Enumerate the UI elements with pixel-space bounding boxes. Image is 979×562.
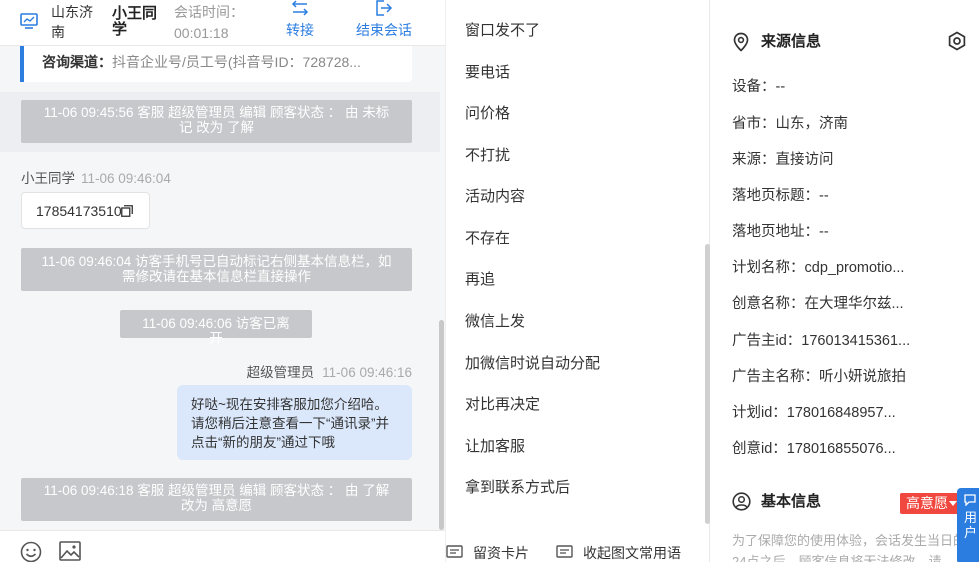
info-row-landing-url: 落地页地址：-- xyxy=(732,224,829,240)
quick-reply-item[interactable]: 加微信时说自动分配 xyxy=(465,352,600,373)
quick-reply-item[interactable]: 让加客服 xyxy=(465,435,525,456)
message-icon xyxy=(556,545,573,558)
source-info-label: 来源信息 xyxy=(761,33,822,50)
info-row-device: 设备：-- xyxy=(732,79,786,95)
quick-reply-item[interactable]: 活动内容 xyxy=(465,185,525,206)
session-time: 会话时间： 00:01:18 xyxy=(174,2,244,44)
message-sender: 超级管理员 xyxy=(246,365,315,380)
transfer-label: 转接 xyxy=(286,22,314,38)
quick-reply-item[interactable]: 拿到联系方式后 xyxy=(465,476,570,497)
visitor-message-bubble[interactable]: 17854173510 xyxy=(21,192,150,229)
info-row-plan-name: 计划名称：cdp_promotio... xyxy=(732,260,905,276)
info-row-province: 省市：山东，济南 xyxy=(732,116,848,132)
message-sender: 小王同学 xyxy=(21,171,75,186)
agent-message-bubble: 好哒~现在安排客服加您介绍哈。请您稍后注意查看一下“通讯录”并点击“新的朋友”通… xyxy=(177,385,412,460)
location-pin-icon xyxy=(733,32,749,52)
collapse-phrases-label: 收起图文常用语 xyxy=(583,545,681,561)
chat-panel: 山东济南 小王同学 会话时间： 00:01:18 转接 结束会话 咨询渠道：抖音 xyxy=(0,0,445,562)
info-row-creative-name: 创意名称：在大理华尔兹... xyxy=(732,296,904,312)
intent-status-dropdown[interactable]: 高意愿 xyxy=(900,493,962,514)
system-message: 11-06 09:46:18 客服 超级管理员 编辑 顾客状态 ： 由 了解 改… xyxy=(21,478,412,521)
exit-icon xyxy=(376,0,393,16)
message-time: 11-06 09:46:16 xyxy=(322,365,412,380)
basic-info-label: 基本信息 xyxy=(761,493,822,510)
phone-number: 17854173510 xyxy=(36,203,122,219)
info-row-source: 来源：直接访问 xyxy=(732,152,834,168)
collapse-phrases-button[interactable]: 收起图文常用语 xyxy=(556,543,681,562)
info-row-advertiser-name: 广告主名称：听小妍说旅拍 xyxy=(732,369,906,385)
message-meta: 超级管理员 11-06 09:46:16 xyxy=(247,361,412,381)
basic-info-note: 为了保障您的使用体验，会话发生当日的24点之后，顾客信息将无法修改，请 xyxy=(732,533,967,562)
message-time: 11-06 09:46:04 xyxy=(81,171,171,186)
quick-reply-item[interactable]: 微信上发 xyxy=(465,310,525,331)
user-side-tab-label: 用户 xyxy=(964,510,978,540)
quick-reply-item[interactable]: 不存在 xyxy=(465,227,510,248)
basic-info-title: 基本信息 xyxy=(732,492,821,512)
caret-down-icon xyxy=(949,501,957,506)
channel-card: 咨询渠道：抖音企业号/员工号(抖音号ID：728728... xyxy=(20,46,412,82)
system-message: 11-06 09:46:04 访客手机号已自动标记右侧基本信息栏，如需修改请在基… xyxy=(21,248,412,291)
quick-reply-item[interactable]: 再追 xyxy=(465,268,495,289)
image-icon[interactable] xyxy=(59,541,81,561)
source-info-title: 来源信息 xyxy=(732,32,821,52)
session-time-label: 会话时间： xyxy=(174,4,244,20)
chat-toolbar xyxy=(0,530,445,562)
quick-reply-footer: 留资卡片 收起图文常用语 xyxy=(446,536,711,562)
transfer-icon xyxy=(291,0,309,16)
message-meta: 小王同学 11-06 09:46:04 xyxy=(21,167,171,187)
quick-reply-panel: 窗口发不了 要电话 问价格 不打扰 活动内容 不存在 再追 微信上发 加微信时说… xyxy=(445,0,710,562)
lead-card-button[interactable]: 留资卡片 xyxy=(446,543,529,562)
quick-reply-item[interactable]: 窗口发不了 xyxy=(465,19,540,40)
quick-reply-item[interactable]: 要电话 xyxy=(465,61,510,82)
visitor-location: 山东济南 xyxy=(51,4,93,40)
monitor-icon xyxy=(20,13,38,29)
system-message: 11-06 09:45:56 客服 超级管理员 编辑 顾客状态 ： 由 未标记 … xyxy=(21,100,412,143)
quick-reply-item[interactable]: 对比再决定 xyxy=(465,393,540,414)
session-time-value: 00:01:18 xyxy=(174,25,229,41)
card-icon xyxy=(446,545,463,558)
info-row-advertiser-id: 广告主id：176013415361... xyxy=(732,333,911,349)
channel-label: 咨询渠道： xyxy=(42,54,112,70)
chat-bubble-icon xyxy=(964,494,976,506)
channel-value: 抖音企业号/员工号(抖音号ID：728728... xyxy=(112,54,361,70)
visitor-name: 小王同学 xyxy=(112,5,158,38)
intent-status-label: 高意愿 xyxy=(906,495,948,511)
end-session-label: 结束会话 xyxy=(356,22,412,38)
visitor-info-panel: 来源信息 设备：-- 省市：山东，济南 来源：直接访问 落地页标题：-- 落地页… xyxy=(710,0,979,562)
lead-card-label: 留资卡片 xyxy=(473,545,529,561)
emoji-icon[interactable] xyxy=(20,541,42,562)
info-row-creative-id: 创意id：178016855076... xyxy=(732,441,896,457)
user-side-tab[interactable]: 用户 xyxy=(957,488,979,562)
info-row-landing-title: 落地页标题：-- xyxy=(732,188,829,204)
copy-icon[interactable] xyxy=(121,205,133,217)
quick-reply-item[interactable]: 问价格 xyxy=(465,102,510,123)
settings-icon[interactable] xyxy=(947,31,967,51)
quick-reply-item[interactable]: 不打扰 xyxy=(465,144,510,165)
chat-scrollbar[interactable] xyxy=(439,320,444,530)
system-message: 11-06 09:46:06 访客已离开 xyxy=(120,310,312,346)
end-session-button[interactable]: 结束会话 xyxy=(349,0,419,40)
info-row-plan-id: 计划id：178016848957... xyxy=(732,405,896,421)
user-circle-icon xyxy=(732,492,751,511)
chat-header: 山东济南 小王同学 会话时间： 00:01:18 转接 结束会话 xyxy=(0,0,445,46)
transfer-button[interactable]: 转接 xyxy=(280,0,320,40)
